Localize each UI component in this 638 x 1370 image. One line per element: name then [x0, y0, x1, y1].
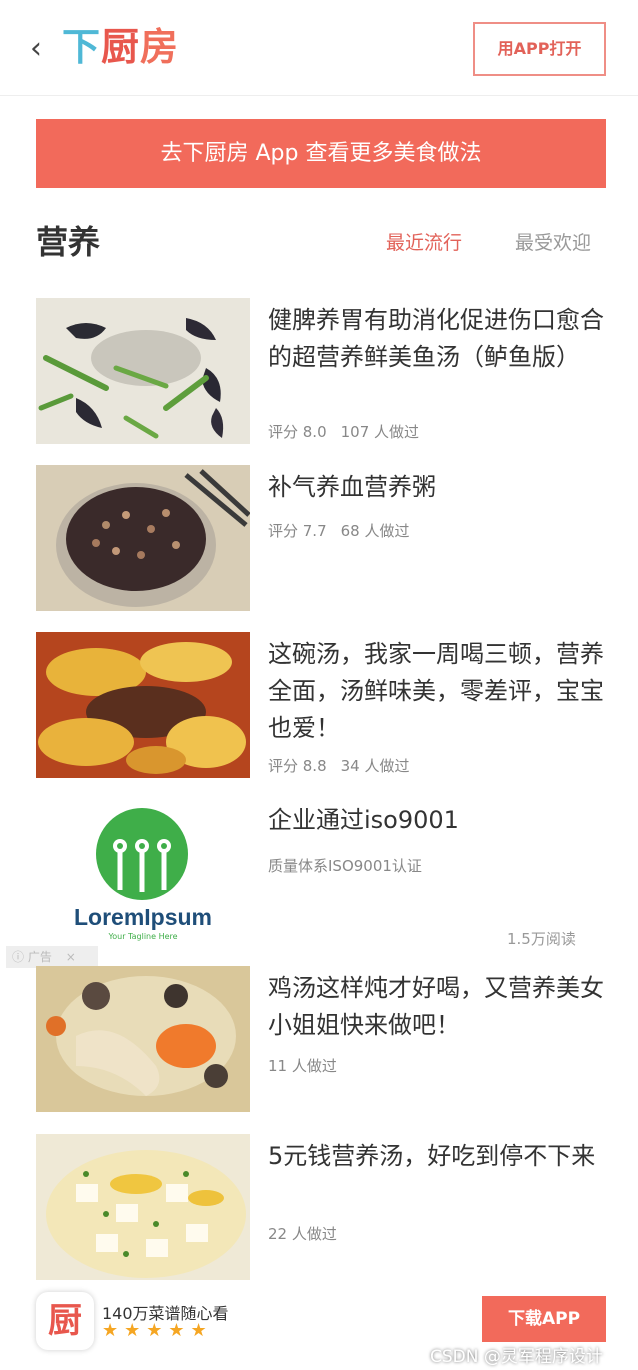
info-icon: ⓘ: [12, 950, 25, 964]
ad-logo-text: LoremIpsum: [73, 904, 213, 930]
ad-thumbnail[interactable]: LoremIpsum Your Tagline Here: [36, 798, 250, 944]
ad-description: 质量体系ISO9001认证: [268, 857, 422, 875]
ad-badge: ⓘ 广告 ×: [6, 946, 98, 968]
recipe-score: 评分 8.8: [268, 757, 327, 775]
csdn-watermark: CSDN @灵军程序设计: [430, 1347, 603, 1367]
egg-soup-image: [36, 632, 250, 778]
ad-label: 广告: [27, 950, 52, 964]
open-in-app-button[interactable]: 用APP打开: [473, 22, 606, 76]
ad-logo-tagline: Your Tagline Here: [108, 932, 178, 941]
site-logo[interactable]: 下厨房: [62, 24, 179, 72]
recipe-thumbnail[interactable]: [36, 465, 250, 611]
fish-soup-image: [36, 298, 250, 444]
recipe-card[interactable]: 健脾养胃有助消化促进伤口愈合的超营养鲜美鱼汤（鲈鱼版） 评分 8.0 107 人做…: [36, 298, 606, 444]
ad-read-count: 1.5万阅读: [507, 930, 576, 948]
recipe-card[interactable]: 5元钱营养汤，好吃到停不下来 22 人做过: [36, 1134, 606, 1280]
recipe-cooked-count: 11 人做过: [268, 1057, 337, 1075]
top-bar: ‹ 下厨房 用APP打开: [0, 0, 638, 96]
back-chevron-icon[interactable]: ‹: [30, 30, 50, 70]
download-app-button[interactable]: 下载APP: [482, 1296, 606, 1342]
tab-recent-popular[interactable]: 最近流行: [386, 228, 462, 258]
recipe-thumbnail[interactable]: [36, 632, 250, 778]
recipe-cooked-count: 34 人做过: [340, 757, 410, 775]
logo-char-2: 厨: [101, 25, 141, 69]
recipe-cooked-count: 22 人做过: [268, 1225, 337, 1243]
recipe-card[interactable]: 补气养血营养粥 评分 7.7 68 人做过: [36, 465, 606, 611]
logo-char-1: 下: [62, 25, 102, 69]
recipe-title[interactable]: 补气养血营养粥: [268, 469, 606, 506]
recipe-score: 评分 8.0: [268, 423, 327, 441]
recipe-title[interactable]: 5元钱营养汤，好吃到停不下来: [268, 1138, 606, 1175]
recipe-title[interactable]: 健脾养胃有助消化促进伤口愈合的超营养鲜美鱼汤（鲈鱼版）: [268, 302, 606, 376]
section-title: 营养: [36, 223, 101, 261]
recipe-meta: 评分 8.8 34 人做过: [268, 756, 409, 776]
recipe-thumbnail[interactable]: [36, 966, 250, 1112]
recipe-card[interactable]: 这碗汤，我家一周喝三顿，营养全面，汤鲜味美，零差评，宝宝也爱！ 评分 8.8 34…: [36, 632, 606, 778]
chicken-soup-image: [36, 966, 250, 1112]
recipe-meta: 评分 8.0 107 人做过: [268, 422, 419, 442]
recipe-cooked-count: 68 人做过: [340, 522, 410, 540]
recipe-thumbnail[interactable]: [36, 298, 250, 444]
close-icon[interactable]: ×: [66, 950, 76, 964]
tofu-soup-image: [36, 1134, 250, 1280]
app-icon[interactable]: 厨: [36, 1292, 94, 1350]
recipe-title[interactable]: 这碗汤，我家一周喝三顿，营养全面，汤鲜味美，零差评，宝宝也爱！: [268, 636, 606, 747]
recipe-thumbnail[interactable]: [36, 1134, 250, 1280]
app-promo-banner[interactable]: 去下厨房 App 查看更多美食做法: [36, 119, 606, 188]
porridge-image: [36, 465, 250, 611]
recipe-cooked-count: 107 人做过: [340, 423, 420, 441]
recipe-score: 评分 7.7: [268, 522, 327, 540]
logo-char-3: 房: [140, 25, 180, 69]
recipe-meta: 评分 7.7 68 人做过: [268, 521, 409, 541]
rating-stars-icon: ★★★★★: [102, 1320, 213, 1341]
recipe-title[interactable]: 鸡汤这样炖才好喝，又营养美女小姐姐快来做吧！: [268, 970, 606, 1044]
tab-most-liked[interactable]: 最受欢迎: [515, 228, 591, 258]
ad-title[interactable]: 企业通过iso9001: [268, 802, 606, 839]
ad-card[interactable]: LoremIpsum Your Tagline Here 企业通过iso9001…: [36, 798, 606, 944]
download-bar: 厨 140万菜谱随心看 ★★★★★ 下载APP CSDN @灵军程序设计: [0, 1284, 638, 1370]
recipe-card[interactable]: 鸡汤这样炖才好喝，又营养美女小姐姐快来做吧！ 11 人做过: [36, 966, 606, 1112]
